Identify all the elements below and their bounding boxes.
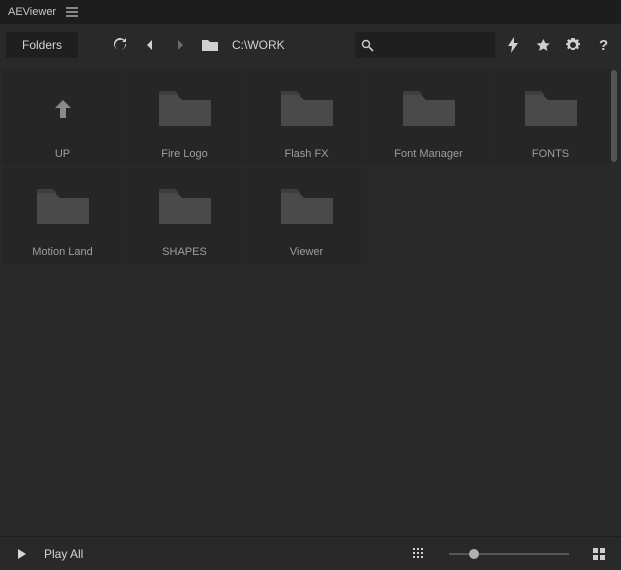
grid-item-label: FONTS	[532, 148, 569, 160]
thumbnail-size-slider[interactable]	[449, 553, 569, 555]
footer: Play All	[0, 536, 621, 570]
folder-icon	[157, 187, 213, 227]
grid-item-label: Motion Land	[32, 246, 93, 258]
folders-button[interactable]: Folders	[6, 32, 78, 58]
grid-item-folder[interactable]: Fire Logo	[124, 70, 245, 166]
folder-grid: UP Fire Logo Flash FX Font Manager FONTS…	[0, 66, 621, 536]
search-icon	[361, 39, 374, 52]
forward-icon[interactable]	[168, 33, 192, 57]
folder-icon	[157, 89, 213, 129]
folder-icon[interactable]	[198, 33, 222, 57]
folder-icon	[523, 89, 579, 129]
grid-item-label: Fire Logo	[161, 148, 207, 160]
help-icon[interactable]: ?	[591, 33, 615, 57]
grid-large-icon[interactable]	[587, 542, 611, 566]
grid-item-folder[interactable]: SHAPES	[124, 168, 245, 264]
grid-item-folder[interactable]: Flash FX	[246, 70, 367, 166]
grid-item-label: UP	[55, 148, 70, 160]
path-text: C:\WORK	[232, 38, 285, 52]
bolt-icon[interactable]	[501, 33, 525, 57]
app-title: AEViewer	[8, 6, 56, 18]
slider-knob[interactable]	[469, 549, 479, 559]
star-icon[interactable]	[531, 33, 555, 57]
grid-item-folder[interactable]: Viewer	[246, 168, 367, 264]
svg-text:?: ?	[599, 37, 608, 53]
toolbar: Folders C:\WORK ?	[0, 24, 621, 66]
scrollbar[interactable]	[611, 70, 617, 162]
folder-icon	[35, 187, 91, 227]
grid-item-folder[interactable]: Font Manager	[368, 70, 489, 166]
titlebar: AEViewer	[0, 0, 621, 24]
folder-icon	[279, 89, 335, 129]
refresh-icon[interactable]	[108, 33, 132, 57]
back-icon[interactable]	[138, 33, 162, 57]
search-field[interactable]	[355, 32, 495, 58]
hamburger-menu-icon[interactable]	[66, 7, 78, 17]
folder-icon	[279, 187, 335, 227]
grid-item-label: SHAPES	[162, 246, 207, 258]
grid-item-label: Flash FX	[284, 148, 328, 160]
grid-item-up[interactable]: UP	[2, 70, 123, 166]
play-all-label: Play All	[44, 547, 83, 561]
grid-small-icon[interactable]	[407, 542, 431, 566]
grid-item-folder[interactable]: FONTS	[490, 70, 611, 166]
up-arrow-icon	[51, 97, 75, 121]
gear-icon[interactable]	[561, 33, 585, 57]
play-icon[interactable]	[10, 542, 34, 566]
search-input[interactable]	[374, 38, 474, 52]
grid-item-folder[interactable]: Motion Land	[2, 168, 123, 264]
folder-icon	[401, 89, 457, 129]
grid-item-label: Viewer	[290, 246, 323, 258]
grid-item-label: Font Manager	[394, 148, 462, 160]
